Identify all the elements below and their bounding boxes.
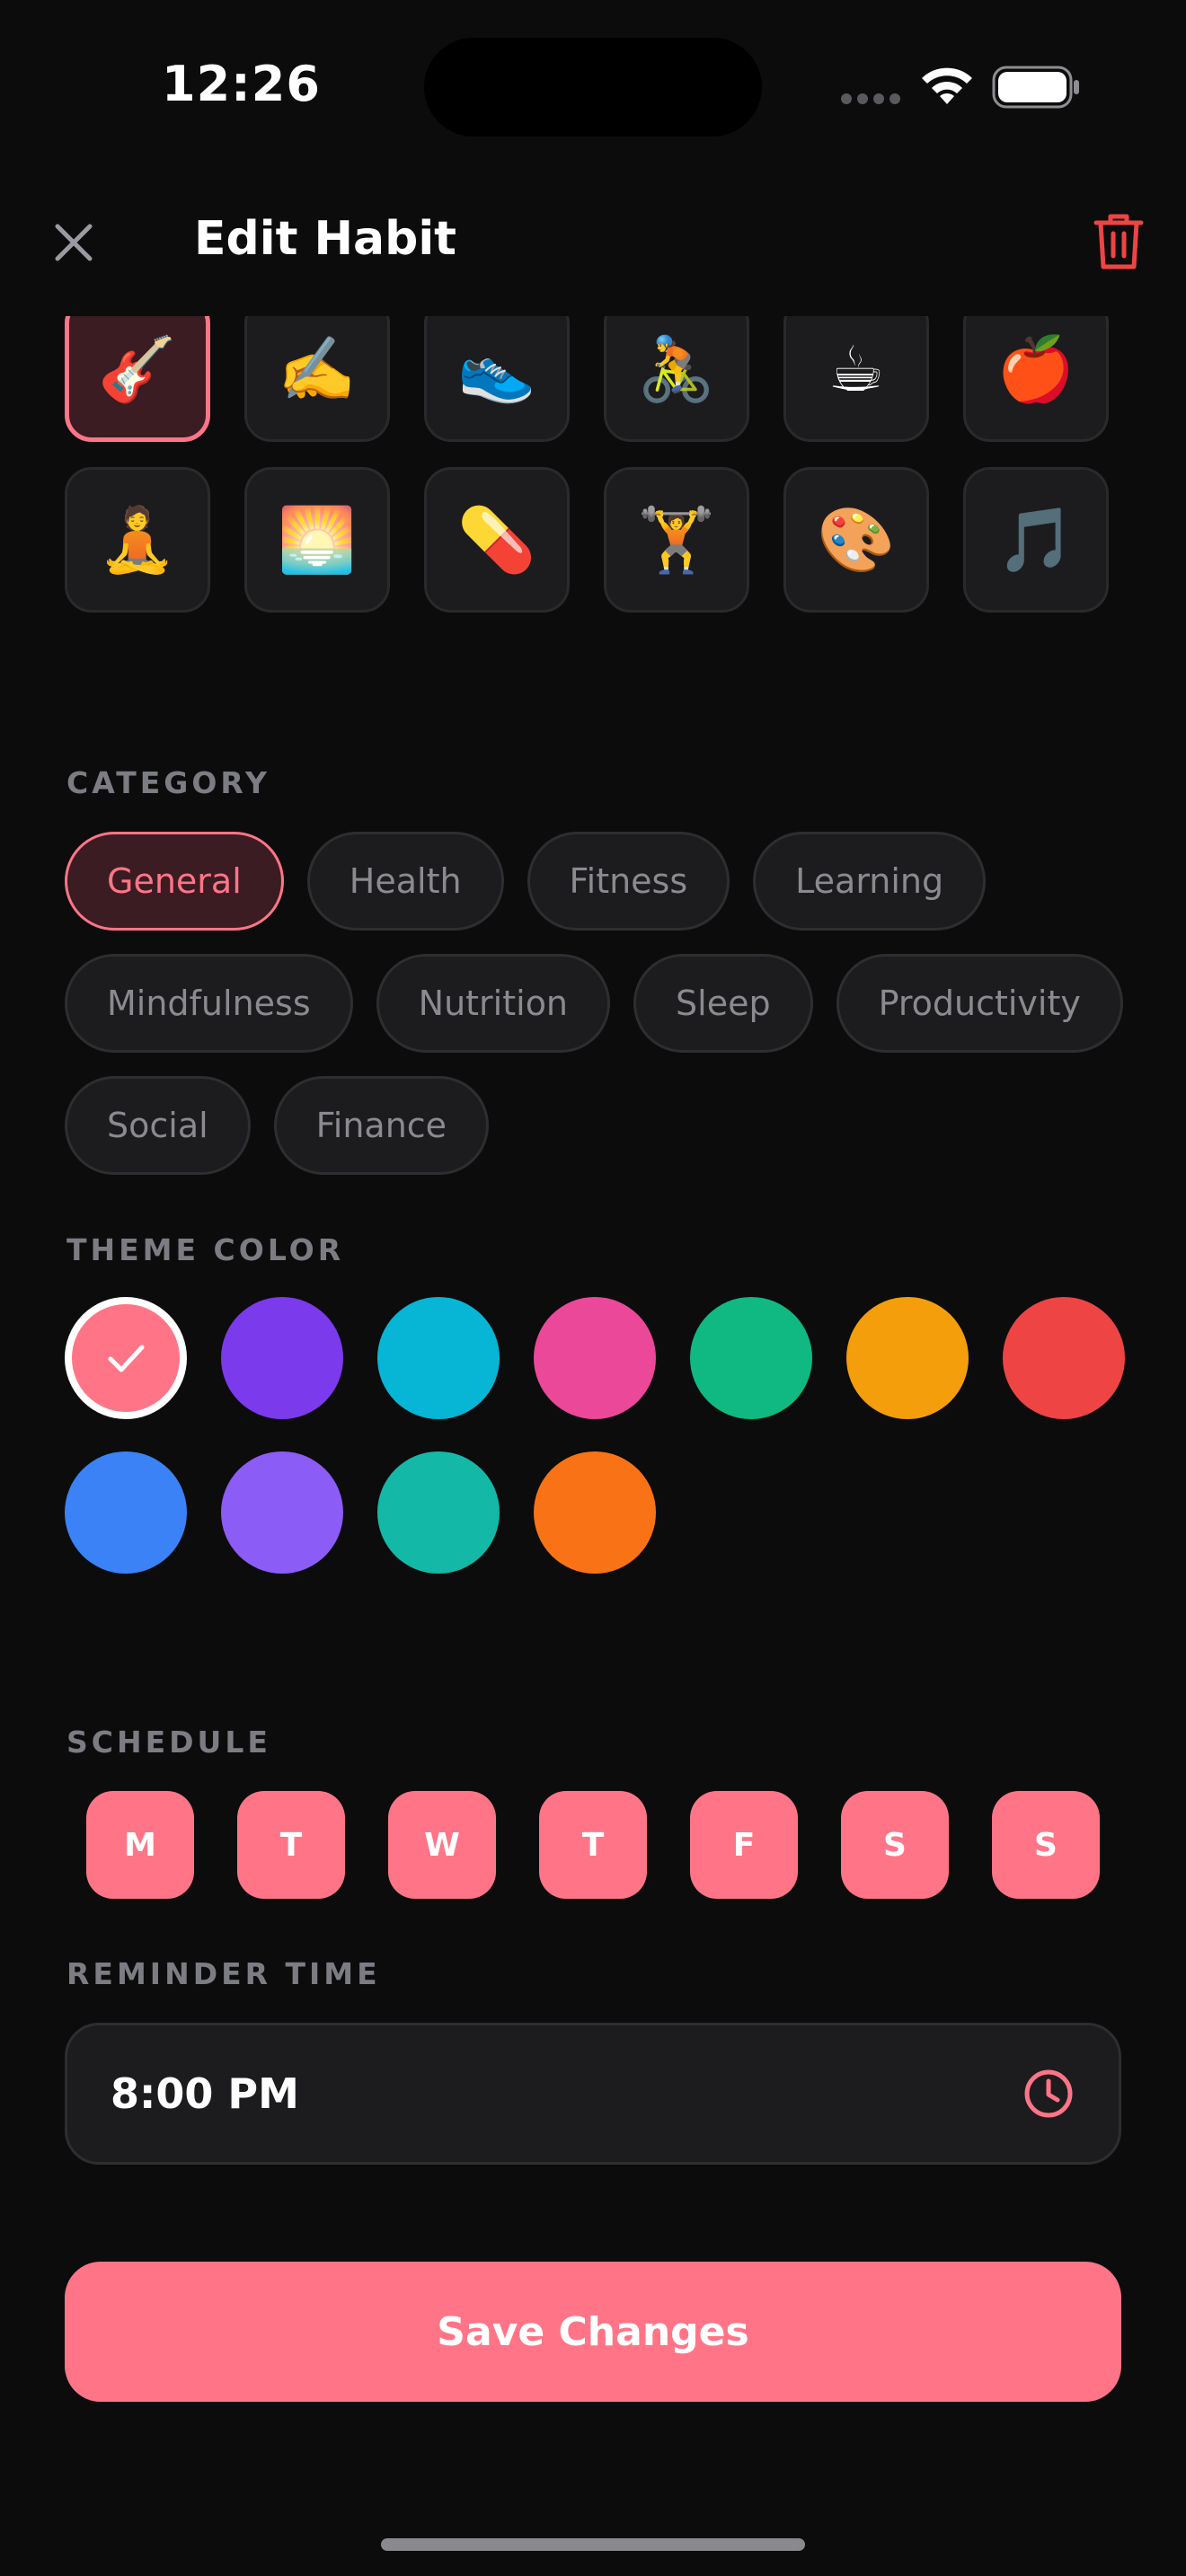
trash-icon: [1093, 214, 1144, 269]
category-chip-learning[interactable]: Learning: [753, 832, 987, 931]
day-toggle[interactable]: T: [539, 1791, 647, 1899]
category-chip-finance[interactable]: Finance: [273, 1076, 490, 1175]
category-chip-fitness[interactable]: Fitness: [527, 832, 730, 931]
icon-option[interactable]: 🧘: [65, 467, 210, 613]
wifi-icon: [918, 63, 976, 111]
category-chip-mindfulness[interactable]: Mindfulness: [65, 954, 353, 1053]
icon-option[interactable]: 🌅: [244, 467, 390, 613]
color-swatch[interactable]: [534, 1297, 656, 1419]
color-swatch[interactable]: [65, 1297, 187, 1419]
color-swatch[interactable]: [65, 1451, 187, 1574]
icon-option[interactable]: 🎨: [783, 467, 929, 613]
category-chip-productivity[interactable]: Productivity: [836, 954, 1123, 1053]
dynamic-island: [424, 38, 762, 137]
home-indicator: [381, 2538, 805, 2551]
close-button[interactable]: [47, 216, 101, 269]
close-icon: [55, 224, 93, 261]
icon-option[interactable]: ✍️: [244, 316, 390, 442]
icon-picker-row: 🎸 ✍️ 👟 🚴 ☕ 🍎: [65, 316, 1109, 442]
day-toggle[interactable]: W: [388, 1791, 496, 1899]
icon-option[interactable]: 🏋️: [604, 467, 749, 613]
category-chip-general[interactable]: General: [65, 832, 284, 931]
category-chip-health[interactable]: Health: [306, 832, 504, 931]
icon-option[interactable]: 👟: [424, 316, 570, 442]
category-chip-sleep[interactable]: Sleep: [633, 954, 813, 1053]
page-title: Edit Habit: [194, 212, 457, 266]
day-toggle[interactable]: S: [992, 1791, 1100, 1899]
icon-option[interactable]: 🍎: [963, 316, 1109, 442]
delete-button[interactable]: [1091, 210, 1146, 273]
day-toggle[interactable]: T: [237, 1791, 345, 1899]
icon-option[interactable]: 🎸: [65, 316, 210, 442]
color-swatch-row: [65, 1451, 656, 1574]
category-label: CATEGORY: [66, 765, 270, 800]
color-swatch[interactable]: [377, 1297, 500, 1419]
category-chip-nutrition[interactable]: Nutrition: [376, 954, 611, 1053]
theme-color-label: THEME COLOR: [66, 1232, 345, 1267]
color-swatch[interactable]: [846, 1297, 969, 1419]
checkmark-icon: [108, 1345, 145, 1372]
save-changes-button[interactable]: Save Changes: [65, 2262, 1121, 2402]
reminder-time-field[interactable]: 8:00 PM: [65, 2023, 1121, 2165]
day-toggle[interactable]: F: [690, 1791, 798, 1899]
reminder-time-label: REMINDER TIME: [66, 1956, 381, 1991]
clock-icon: [1024, 2069, 1073, 2118]
icon-picker: 🎸 ✍️ 👟 🚴 ☕ 🍎 🧘 🌅 💊 🏋️ 🎨 🎵: [0, 316, 1186, 629]
category-chip-social[interactable]: Social: [65, 1076, 251, 1175]
color-swatch[interactable]: [1003, 1297, 1125, 1419]
day-toggle[interactable]: M: [86, 1791, 194, 1899]
icon-option[interactable]: ☕: [783, 316, 929, 442]
color-swatch[interactable]: [221, 1451, 343, 1574]
day-toggle[interactable]: S: [841, 1791, 949, 1899]
icon-picker-row: 🧘 🌅 💊 🏋️ 🎨 🎵: [65, 467, 1109, 613]
cellular-signal-icon: [841, 93, 900, 104]
icon-option[interactable]: 💊: [424, 467, 570, 613]
color-swatch[interactable]: [534, 1451, 656, 1574]
category-chips: General Health Fitness Learning Mindfulness N…: [65, 832, 1125, 1175]
icon-option[interactable]: 🚴: [604, 316, 749, 442]
color-swatch-row: [65, 1297, 1125, 1419]
color-swatch[interactable]: [377, 1451, 500, 1574]
color-swatch[interactable]: [690, 1297, 812, 1419]
schedule-label: SCHEDULE: [66, 1725, 271, 1760]
status-time: 12:26: [162, 56, 321, 112]
schedule-days: MTWTFSS: [86, 1791, 1100, 1899]
battery-icon: [992, 65, 1082, 113]
icon-option[interactable]: 🎵: [963, 467, 1109, 613]
color-swatch[interactable]: [221, 1297, 343, 1419]
reminder-time-value: 8:00 PM: [111, 2069, 299, 2118]
